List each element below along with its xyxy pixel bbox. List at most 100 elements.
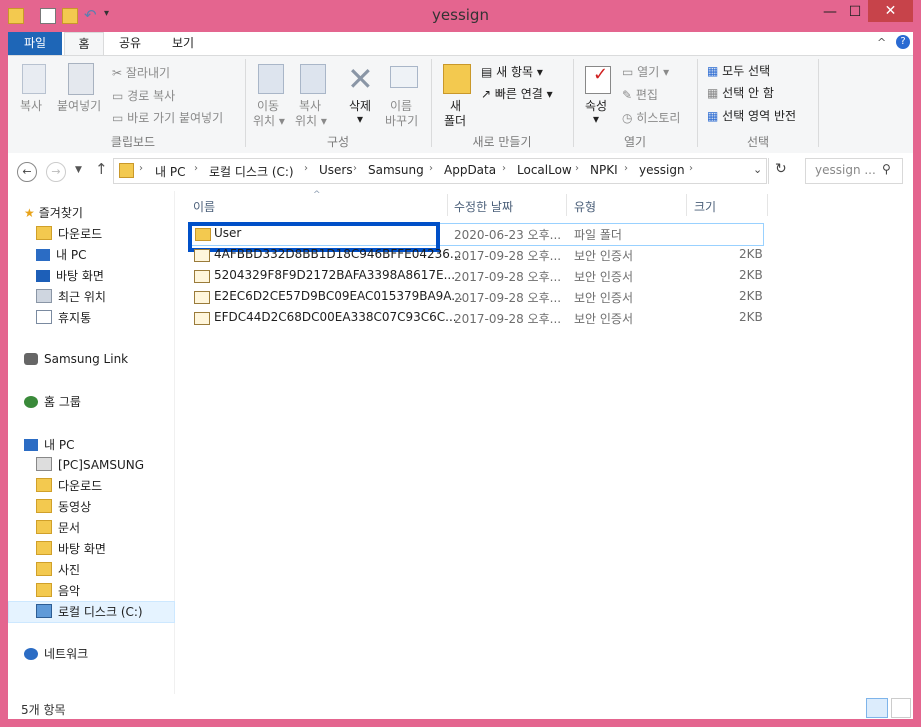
table-row[interactable]: 4AFBBD332D8BB1D18C946BFFE04236... 2017-0… [190, 245, 763, 266]
invert-selection-button[interactable]: ▦ 선택 영역 반전 [707, 107, 796, 124]
tab-view[interactable]: 보기 [160, 32, 206, 55]
move-to-icon [258, 64, 284, 94]
column-header-size[interactable]: 크기 [694, 198, 716, 215]
column-divider[interactable] [447, 194, 448, 216]
chevron-right-icon[interactable]: › [502, 163, 506, 174]
column-header-name[interactable]: 이름 [193, 198, 215, 215]
up-button[interactable]: ↑ [95, 160, 108, 178]
search-input[interactable]: yessign ... [815, 163, 876, 177]
nav-item-music[interactable]: 음악 [36, 582, 80, 599]
nav-this-pc[interactable]: 내 PC [24, 436, 74, 453]
nav-item-pc-samsung[interactable]: [PC]SAMSUNG [36, 457, 144, 472]
desktop-folder-icon [36, 541, 52, 555]
breadcrumb-yessign[interactable]: yessign [639, 163, 685, 177]
forward-button[interactable]: → [46, 162, 66, 182]
open-icon: ▭ [622, 65, 638, 79]
nav-item-pc-downloads[interactable]: 다운로드 [36, 477, 102, 494]
nav-network[interactable]: 네트워크 [24, 645, 88, 662]
file-date: 2020-06-23 오후... [454, 228, 562, 242]
column-divider[interactable] [686, 194, 687, 216]
select-all-icon: ▦ [707, 64, 723, 78]
search-icon[interactable]: ⚲ [882, 162, 891, 176]
column-divider[interactable] [566, 194, 567, 216]
new-item-button[interactable]: ▤ 새 항목 ▾ [481, 63, 543, 80]
nav-homegroup[interactable]: 홈 그룹 [24, 393, 81, 410]
cut-button[interactable]: ✂ 잘라내기 [112, 64, 170, 81]
breadcrumb-samsung[interactable]: Samsung [368, 163, 424, 177]
table-row[interactable]: 5204329F8F9D2172BAFA3398A8617E... 2017-0… [190, 266, 763, 287]
breadcrumb-npki[interactable]: NPKI [590, 163, 618, 177]
collapse-ribbon-icon[interactable]: ^ [877, 36, 886, 49]
chevron-right-icon[interactable]: › [429, 163, 433, 174]
nav-samsung-link[interactable]: Samsung Link [24, 352, 128, 366]
properties-dropdown-icon[interactable]: ▾ [593, 112, 599, 126]
copy-path-button[interactable]: ▭ 경로 복사 [112, 87, 175, 104]
minimize-button[interactable]: — [818, 2, 842, 22]
maximize-button[interactable]: ☐ [843, 2, 867, 22]
nav-item-recent[interactable]: 최근 위치 [36, 288, 106, 305]
nav-item-pictures[interactable]: 사진 [36, 561, 80, 578]
tab-share[interactable]: 공유 [108, 32, 152, 55]
chevron-right-icon[interactable]: › [304, 163, 308, 174]
back-button[interactable]: ← [17, 162, 37, 182]
nav-item-desktop[interactable]: 바탕 화면 [36, 267, 104, 284]
large-icons-view-icon[interactable] [891, 698, 911, 718]
easy-access-button[interactable]: ↗ 빠른 연결 ▾ [481, 85, 553, 102]
tab-file[interactable]: 파일 [8, 32, 62, 55]
nav-item-local-disk[interactable]: 로컬 디스크 (C:) [36, 603, 143, 620]
nav-favorites[interactable]: ★ 즐겨찾기 [24, 204, 83, 221]
item-count: 5개 항목 [21, 703, 66, 717]
breadcrumb-users[interactable]: Users [319, 163, 353, 177]
new-folder-large-icon [443, 64, 471, 94]
table-row[interactable]: EFDC44D2C68DC00EA338C07C93C6C... 2017-09… [190, 308, 763, 329]
open-group-label: 열기 [623, 135, 647, 149]
chevron-right-icon[interactable]: › [689, 163, 693, 174]
help-icon[interactable]: ? [896, 35, 910, 49]
delete-dropdown-icon[interactable]: ▾ [357, 112, 363, 126]
breadcrumb-local-disk[interactable]: 로컬 디스크 (C:) [209, 163, 294, 180]
close-button[interactable]: ✕ [868, 0, 913, 22]
nav-item-downloads[interactable]: 다운로드 [36, 225, 102, 242]
select-all-button[interactable]: ▦ 모두 선택 [707, 62, 770, 79]
nav-item-documents[interactable]: 문서 [36, 519, 80, 536]
chevron-right-icon[interactable]: › [624, 163, 628, 174]
network-drive-icon [36, 457, 52, 471]
copy-to-label2: 위치 ▾ [295, 114, 327, 128]
status-bar [8, 694, 913, 719]
recent-locations-icon[interactable]: ▼ [75, 165, 82, 175]
edit-button[interactable]: ✎ 편집 [622, 86, 658, 103]
tab-home[interactable]: 홈 [64, 32, 104, 56]
column-header-type[interactable]: 유형 [574, 198, 596, 215]
chevron-right-icon[interactable]: › [139, 163, 143, 174]
nav-item-videos[interactable]: 동영상 [36, 498, 91, 515]
table-row[interactable]: E2EC6D2CE57D9BC09EAC015379BA9A... 2017-0… [190, 287, 763, 308]
copy-button[interactable]: 복사 [20, 97, 42, 114]
chevron-right-icon[interactable]: › [575, 163, 579, 174]
column-header-date[interactable]: 수정한 날짜 [454, 198, 513, 215]
file-type: 보안 인증서 [574, 312, 634, 326]
chevron-right-icon[interactable]: › [353, 163, 357, 174]
recent-places-icon [36, 289, 52, 303]
paste-shortcut-button[interactable]: ▭ 바로 가기 붙여넣기 [112, 109, 223, 126]
nav-item-this-pc[interactable]: 내 PC [36, 246, 86, 263]
address-dropdown-icon[interactable]: ⌄ [753, 163, 762, 176]
select-none-icon: ▦ [707, 86, 723, 100]
file-name: E2EC6D2CE57D9BC09EAC015379BA9A... [214, 289, 463, 303]
details-view-icon[interactable] [866, 698, 888, 718]
breadcrumb-locallow[interactable]: LocalLow [517, 163, 572, 177]
paste-shortcut-icon: ▭ [112, 111, 128, 125]
videos-icon [36, 499, 52, 513]
nav-item-recycle-bin[interactable]: 휴지통 [36, 309, 91, 326]
breadcrumb-this-pc[interactable]: 내 PC [155, 163, 185, 180]
breadcrumb-appdata[interactable]: AppData [444, 163, 496, 177]
file-type: 파일 폴더 [574, 228, 622, 242]
local-disk-icon [36, 604, 52, 618]
paste-button[interactable]: 붙여넣기 [57, 97, 101, 114]
chevron-right-icon[interactable]: › [194, 163, 198, 174]
select-none-button[interactable]: ▦ 선택 안 함 [707, 84, 774, 101]
nav-item-pc-desktop[interactable]: 바탕 화면 [36, 540, 106, 557]
open-button[interactable]: ▭ 열기 ▾ [622, 63, 669, 80]
refresh-icon[interactable]: ↻ [775, 161, 787, 177]
column-divider[interactable] [767, 194, 768, 216]
history-button[interactable]: ◷ 히스토리 [622, 109, 680, 126]
